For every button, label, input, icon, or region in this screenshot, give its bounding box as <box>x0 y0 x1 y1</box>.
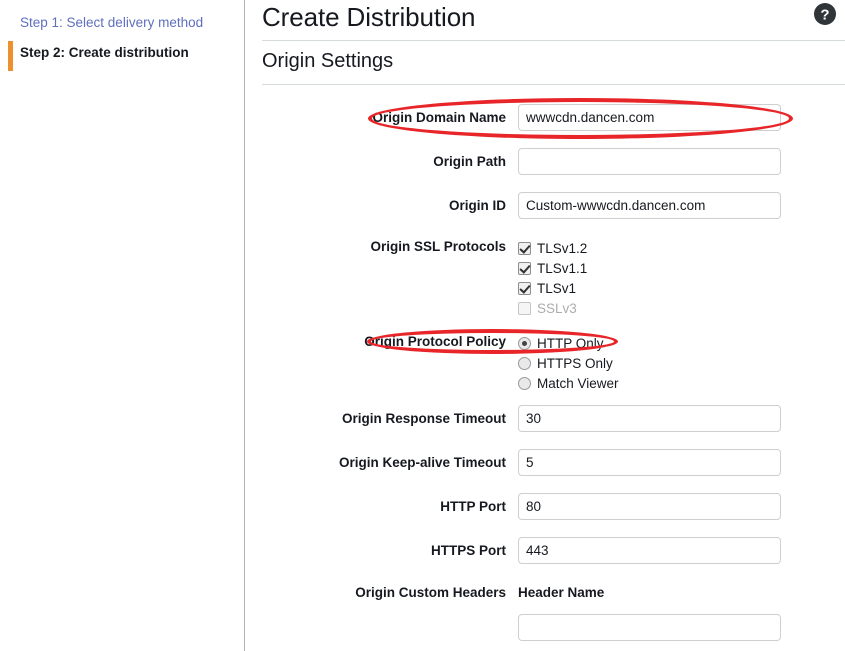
http-port-label: HTTP Port <box>440 499 506 514</box>
page-title: Create Distribution <box>262 2 476 32</box>
main-content: Create Distribution ? Origin Settings Or… <box>245 0 845 651</box>
checkbox-row-tlsv1[interactable]: TLSv1 <box>518 278 587 298</box>
sidebar-item-step-1-label: Step 1: Select delivery method <box>20 15 204 30</box>
origin-domain-name-input[interactable] <box>518 104 781 131</box>
radio-http-only-label: HTTP Only <box>537 335 604 351</box>
radio-row-http-only[interactable]: HTTP Only <box>518 333 619 353</box>
checkbox-tlsv1-2-label: TLSv1.2 <box>537 240 588 256</box>
origin-ssl-protocols-group: TLSv1.2 TLSv1.1 TLSv1 SSLv3 <box>518 238 587 318</box>
checkbox-tlsv1-1-label: TLSv1.1 <box>537 260 588 276</box>
origin-ssl-protocols-label: Origin SSL Protocols <box>370 239 506 254</box>
svg-text:?: ? <box>820 7 829 24</box>
origin-response-timeout-input[interactable] <box>518 405 781 432</box>
origin-domain-name-label: Origin Domain Name <box>372 110 506 125</box>
origin-response-timeout-label: Origin Response Timeout <box>341 411 506 426</box>
radio-row-https-only[interactable]: HTTPS Only <box>518 353 619 373</box>
http-port-input[interactable] <box>518 493 781 520</box>
radio-http-only-button[interactable] <box>518 336 531 350</box>
origin-id-label: Origin ID <box>449 198 506 213</box>
radio-match-viewer-label: Match Viewer <box>537 375 619 391</box>
checkbox-tlsv1-label: TLSv1 <box>537 280 577 296</box>
origin-id-input[interactable] <box>518 192 781 219</box>
section-divider <box>262 84 845 85</box>
sidebar-item-step-2-label: Step 2: Create distribution <box>20 45 189 60</box>
sidebar-item-step-1[interactable]: Step 1: Select delivery method <box>0 11 244 41</box>
header-name-column-header: Header Name <box>518 585 605 600</box>
checkbox-row-tlsv1-1[interactable]: TLSv1.1 <box>518 258 587 278</box>
origin-protocol-policy-group: HTTP Only HTTPS Only Match Viewer <box>518 333 619 393</box>
radio-https-only-button[interactable] <box>518 356 531 370</box>
origin-custom-headers-label: Origin Custom Headers <box>355 585 506 600</box>
checkbox-tlsv1-2-box[interactable] <box>518 241 531 255</box>
section-title: Origin Settings <box>262 50 394 72</box>
origin-keepalive-timeout-label: Origin Keep-alive Timeout <box>338 455 506 470</box>
checkbox-row-sslv3: SSLv3 <box>518 298 587 318</box>
checkbox-tlsv1-1-box[interactable] <box>518 261 531 275</box>
active-step-accent-bar <box>8 41 13 71</box>
checkbox-sslv3-box <box>518 301 531 315</box>
checkbox-sslv3-label: SSLv3 <box>537 300 577 316</box>
origin-protocol-policy-label: Origin Protocol Policy <box>364 334 506 349</box>
create-distribution-page: Step 1: Select delivery method Step 2: C… <box>0 0 845 651</box>
checkbox-tlsv1-box[interactable] <box>518 281 531 295</box>
help-circle-icon[interactable]: ? <box>813 2 837 26</box>
sidebar-item-step-2[interactable]: Step 2: Create distribution <box>0 41 244 71</box>
https-port-input[interactable] <box>518 537 781 564</box>
radio-https-only-label: HTTPS Only <box>537 355 613 371</box>
https-port-label: HTTPS Port <box>430 543 506 558</box>
radio-match-viewer-button[interactable] <box>518 376 531 390</box>
checkbox-row-tlsv1-2[interactable]: TLSv1.2 <box>518 238 587 258</box>
header-name-input[interactable] <box>518 614 781 641</box>
radio-row-match-viewer[interactable]: Match Viewer <box>518 373 619 393</box>
origin-path-input[interactable] <box>518 148 781 175</box>
title-divider <box>262 40 845 41</box>
wizard-sidebar: Step 1: Select delivery method Step 2: C… <box>0 0 244 651</box>
origin-path-label: Origin Path <box>433 154 506 169</box>
origin-keepalive-timeout-input[interactable] <box>518 449 781 476</box>
